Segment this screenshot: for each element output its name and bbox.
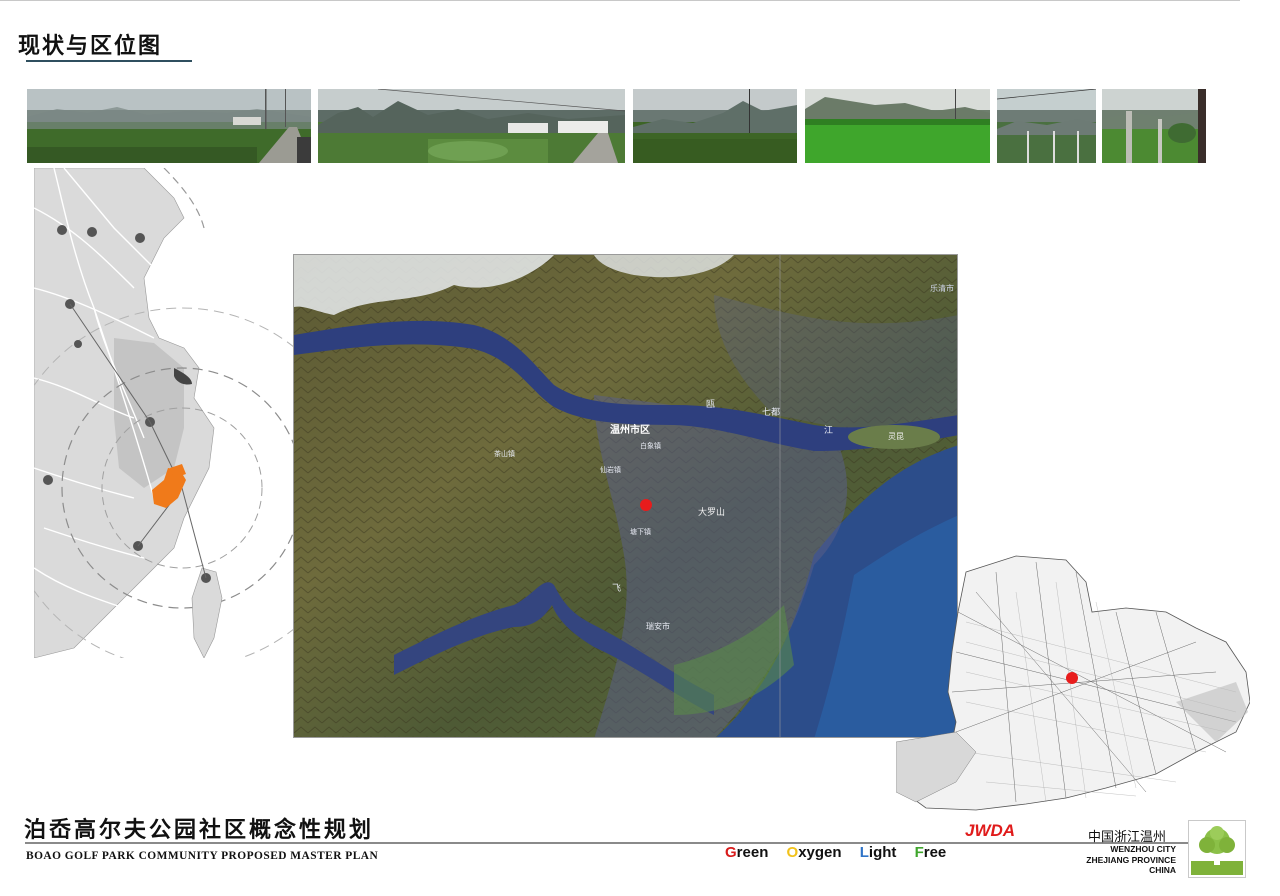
satellite-map[interactable]: 乐清市 七都 瓯 江 灵昆 温州市区 茶山镇 白象镇 仙岩镇 塘下镇 大罗山 飞…	[293, 254, 958, 738]
site-plan-map[interactable]	[896, 552, 1250, 814]
title-underline	[26, 60, 192, 62]
location-en-city: WENZHOU CITY	[1110, 844, 1176, 854]
slogan-word-3: Free	[915, 844, 947, 861]
photo-village-valley[interactable]	[318, 89, 625, 163]
logo-box	[1188, 820, 1246, 878]
site-marker	[640, 499, 652, 511]
label-mountain: 大罗山	[698, 508, 726, 518]
photo-rice-paddy[interactable]	[805, 89, 990, 163]
slogan-word-1: Oxygen	[787, 844, 842, 861]
slogan-rest-2: ight	[868, 844, 897, 861]
photo-orchard-posts[interactable]	[1102, 89, 1206, 163]
location-en-province: ZHEJIANG PROVINCE	[1086, 854, 1176, 865]
project-title-cn: 泊岙高尔夫公园社区概念性规划	[24, 818, 375, 843]
label-yueqing: 乐清市	[930, 284, 954, 293]
slogan-rest-3: ree	[923, 844, 947, 861]
slogan-initial-0: G	[725, 844, 737, 861]
photo-mountain-fields[interactable]	[633, 89, 797, 163]
project-title-en: BOAO GOLF PARK COMMUNITY PROPOSED MASTER…	[26, 848, 379, 862]
page-title: 现状与区位图	[18, 34, 163, 59]
photo-farmland-road[interactable]	[27, 89, 311, 163]
label-city-district: 温州市区	[610, 425, 650, 436]
slogan: Green Oxygen Light Free	[725, 844, 946, 861]
slogan-initial-1: O	[786, 844, 799, 861]
top-rule	[0, 0, 1240, 1]
label-island: 灵昆	[888, 432, 904, 441]
location-en: WENZHOU CITY ZHEJIANG PROVINCE CHINA	[1080, 844, 1176, 876]
regional-location-map[interactable]	[34, 168, 296, 658]
location-en-country: CHINA	[1149, 865, 1176, 875]
label-town-2: 白象镇	[640, 442, 661, 450]
slogan-initial-3: F	[914, 844, 924, 861]
tree-icon	[1191, 826, 1243, 875]
label-town-3: 仙岩镇	[600, 466, 621, 474]
slogan-rest-0: reen	[736, 844, 769, 861]
label-river-feiyun: 飞	[612, 584, 622, 594]
label-town-1: 茶山镇	[494, 450, 515, 458]
site-plan-marker	[1066, 672, 1078, 684]
slogan-initial-2: L	[859, 844, 869, 861]
slogan-word-0: Green	[725, 844, 768, 861]
slogan-rest-1: xygen	[798, 844, 842, 861]
label-river-jiang: 江	[824, 426, 834, 436]
label-town-4: 塘下镇	[630, 528, 651, 536]
brand-logo-text: JWDA	[965, 821, 1016, 840]
label-river-ou: 瓯	[706, 400, 716, 410]
footer-rule	[25, 842, 1235, 844]
label-ruian: 瑞安市	[646, 622, 670, 631]
label-north-town: 七都	[762, 408, 781, 418]
photo-fence-field[interactable]	[997, 89, 1096, 163]
location-cn: 中国浙江温州	[1088, 830, 1167, 845]
slogan-word-2: Light	[860, 844, 897, 861]
